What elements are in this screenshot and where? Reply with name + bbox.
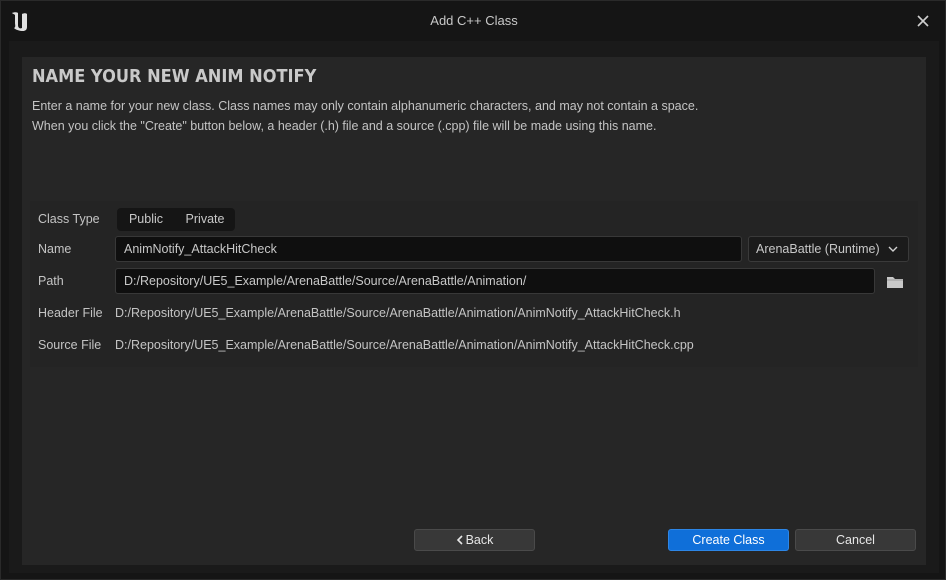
- back-button-label: Back: [465, 533, 494, 547]
- chevron-down-icon: [888, 246, 898, 252]
- add-class-dialog: Add C++ Class NAME YOUR NEW ANIM NOTIFY …: [0, 0, 946, 580]
- cancel-button[interactable]: Cancel: [795, 529, 916, 551]
- create-class-button[interactable]: Create Class: [668, 529, 789, 551]
- name-label: Name: [38, 242, 72, 256]
- class-name-input[interactable]: AnimNotify_AttackHitCheck: [115, 236, 742, 262]
- class-type-private-option[interactable]: Private: [175, 208, 235, 231]
- header-file-value: D:/Repository/UE5_Example/ArenaBattle/So…: [115, 306, 681, 320]
- path-label: Path: [38, 274, 64, 288]
- class-type-label: Class Type: [38, 212, 100, 226]
- class-type-toggle: Public Private: [117, 208, 235, 231]
- module-dropdown-value: ArenaBattle (Runtime): [756, 242, 880, 256]
- source-file-label: Source File: [38, 338, 102, 352]
- source-file-value: D:/Repository/UE5_Example/ArenaBattle/So…: [115, 338, 694, 352]
- class-type-public-option[interactable]: Public: [117, 208, 175, 231]
- close-icon[interactable]: [913, 11, 933, 31]
- window-title: Add C++ Class: [430, 13, 518, 28]
- title-bar[interactable]: Add C++ Class: [1, 1, 946, 41]
- header-file-label: Header File: [38, 306, 103, 320]
- chevron-left-icon: [456, 535, 463, 545]
- path-input[interactable]: D:/Repository/UE5_Example/ArenaBattle/So…: [115, 268, 875, 294]
- folder-icon[interactable]: [885, 273, 905, 291]
- description-line-1: Enter a name for your new class. Class n…: [32, 99, 699, 113]
- description-line-2: When you click the "Create" button below…: [32, 119, 657, 133]
- module-dropdown[interactable]: ArenaBattle (Runtime): [748, 236, 909, 262]
- back-button[interactable]: Back: [414, 529, 535, 551]
- page-title: NAME YOUR NEW ANIM NOTIFY: [32, 66, 317, 87]
